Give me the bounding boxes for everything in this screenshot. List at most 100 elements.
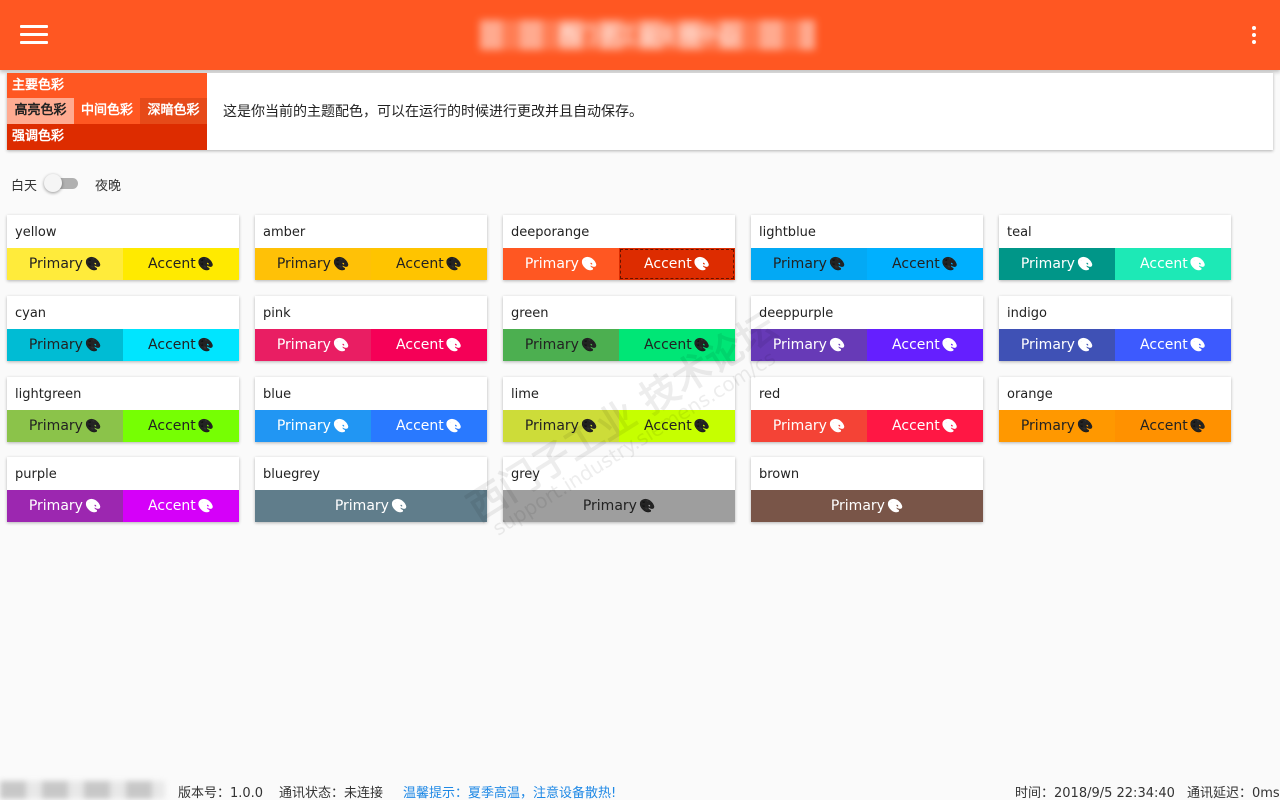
primary-button-lightblue[interactable]: Primary 🎨 — [751, 248, 867, 280]
color-card-buttons: Primary 🎨 Accent 🎨 — [7, 410, 239, 442]
theme-swatches: 主要色彩 高亮色彩 中间色彩 深暗色彩 强调色彩 — [7, 73, 207, 150]
primary-button-red[interactable]: Primary 🎨 — [751, 410, 867, 442]
primary-button-indigo[interactable]: Primary 🎨 — [999, 329, 1115, 361]
accent-button-lime[interactable]: Accent 🎨 — [619, 410, 735, 442]
version-text: 版本号：1.0.0 — [178, 786, 264, 800]
accent-button-indigo[interactable]: Accent 🎨 — [1115, 329, 1231, 361]
primary-button-purple[interactable]: Primary 🎨 — [7, 490, 123, 522]
color-card-indigo: indigo Primary 🎨 Accent 🎨 — [999, 296, 1231, 361]
color-card-buttons: Primary 🎨 — [503, 490, 735, 522]
time-text: 时间：2018/9/5 22:34:40 — [1015, 786, 1175, 800]
primary-button-lightgreen[interactable]: Primary 🎨 — [7, 410, 123, 442]
color-card-lightblue: lightblue Primary 🎨 Accent 🎨 — [751, 215, 983, 280]
palette-icon: 🎨 — [941, 338, 958, 353]
color-card-name: red — [759, 387, 781, 402]
accent-button-label: Accent — [1140, 418, 1188, 434]
accent-button-yellow[interactable]: Accent 🎨 — [123, 248, 239, 280]
swatch-accent: 强调色彩 — [7, 124, 207, 150]
accent-button-lightblue[interactable]: Accent 🎨 — [867, 248, 983, 280]
primary-button-lime[interactable]: Primary 🎨 — [503, 410, 619, 442]
primary-button-label: Primary — [772, 418, 827, 434]
day-label: 白天 — [11, 179, 38, 194]
primary-button-label: Primary — [1020, 337, 1075, 353]
palette-icon: 🎨 — [84, 499, 102, 514]
color-card-name: lime — [511, 387, 539, 402]
accent-button-cyan[interactable]: Accent 🎨 — [123, 329, 239, 361]
primary-button-label: Primary — [524, 418, 579, 434]
accent-button-deeporange[interactable]: Accent 🎨 — [619, 248, 735, 280]
accent-button-label: Accent — [892, 256, 940, 272]
night-label: 夜晚 — [95, 179, 122, 194]
palette-icon: 🎨 — [197, 257, 214, 272]
primary-button-green[interactable]: Primary 🎨 — [503, 329, 619, 361]
primary-button-label: Primary — [276, 418, 331, 434]
accent-button-label: Accent — [148, 337, 196, 353]
primary-button-deeporange[interactable]: Primary 🎨 — [503, 248, 619, 280]
color-card-name: brown — [759, 467, 800, 482]
primary-button-orange[interactable]: Primary 🎨 — [999, 410, 1115, 442]
color-card-name: orange — [1007, 387, 1053, 402]
palette-icon: 🎨 — [197, 338, 214, 353]
comm-status-text: 通讯状态：未连接 — [279, 786, 384, 800]
accent-button-lightgreen[interactable]: Accent 🎨 — [123, 410, 239, 442]
primary-button-label: Primary — [830, 498, 885, 514]
primary-button-grey[interactable]: Primary 🎨 — [503, 490, 735, 522]
accent-button-label: Accent — [396, 418, 444, 434]
accent-button-green[interactable]: Accent 🎨 — [619, 329, 735, 361]
primary-button-label: Primary — [772, 256, 827, 272]
accent-button-blue[interactable]: Accent 🎨 — [371, 410, 487, 442]
primary-button-label: Primary — [524, 256, 579, 272]
color-card-buttons: Primary 🎨 — [751, 490, 983, 522]
color-card-buttons: Primary 🎨 Accent 🎨 — [7, 329, 239, 361]
app-title: 西门子工业支持中心 — [480, 20, 815, 50]
accent-button-label: Accent — [644, 418, 692, 434]
color-card-buttons: Primary 🎨 Accent 🎨 — [255, 248, 487, 280]
accent-button-label: Accent — [396, 256, 444, 272]
color-card-name: yellow — [15, 225, 57, 240]
palette-icon: 🎨 — [693, 419, 710, 434]
accent-button-pink[interactable]: Accent 🎨 — [371, 329, 487, 361]
color-card-name: cyan — [15, 306, 47, 321]
color-card-red: red Primary 🎨 Accent 🎨 — [751, 377, 983, 442]
accent-button-label: Accent — [892, 337, 940, 353]
color-card-name: blue — [263, 387, 292, 402]
primary-button-blue[interactable]: Primary 🎨 — [255, 410, 371, 442]
accent-button-purple[interactable]: Accent 🎨 — [123, 490, 239, 522]
primary-button-cyan[interactable]: Primary 🎨 — [7, 329, 123, 361]
color-card-name: teal — [1007, 225, 1032, 240]
primary-button-label: Primary — [276, 256, 331, 272]
accent-button-teal[interactable]: Accent 🎨 — [1115, 248, 1231, 280]
primary-button-label: Primary — [28, 337, 83, 353]
color-card-buttons: Primary 🎨 Accent 🎨 — [751, 410, 983, 442]
color-card-buttons: Primary 🎨 Accent 🎨 — [999, 248, 1231, 280]
primary-button-brown[interactable]: Primary 🎨 — [751, 490, 983, 522]
more-options-icon[interactable] — [1250, 24, 1258, 46]
primary-button-pink[interactable]: Primary 🎨 — [255, 329, 371, 361]
primary-button-bluegrey[interactable]: Primary 🎨 — [255, 490, 487, 522]
primary-button-amber[interactable]: Primary 🎨 — [255, 248, 371, 280]
primary-button-deeppurple[interactable]: Primary 🎨 — [751, 329, 867, 361]
menu-icon[interactable] — [14, 20, 56, 52]
accent-button-orange[interactable]: Accent 🎨 — [1115, 410, 1231, 442]
palette-icon: 🎨 — [1076, 338, 1094, 353]
color-card-purple: purple Primary 🎨 Accent 🎨 — [7, 457, 239, 522]
primary-button-label: Primary — [524, 337, 579, 353]
color-card-blue: blue Primary 🎨 Accent 🎨 — [255, 377, 487, 442]
accent-button-deeppurple[interactable]: Accent 🎨 — [867, 329, 983, 361]
accent-button-label: Accent — [396, 337, 444, 353]
color-card-buttons: Primary 🎨 Accent 🎨 — [999, 329, 1231, 361]
accent-button-label: Accent — [1140, 337, 1188, 353]
color-card-grey: grey Primary 🎨 — [503, 457, 735, 522]
palette-icon: 🎨 — [197, 499, 214, 514]
palette-icon: 🎨 — [1076, 419, 1094, 434]
palette-icon: 🎨 — [390, 499, 408, 514]
color-card-name: purple — [15, 467, 57, 482]
primary-button-teal[interactable]: Primary 🎨 — [999, 248, 1115, 280]
palette-icon: 🎨 — [828, 419, 846, 434]
day-night-toggle[interactable] — [44, 174, 78, 192]
color-card-buttons: Primary 🎨 Accent 🎨 — [503, 410, 735, 442]
color-card-yellow: yellow Primary 🎨 Accent 🎨 — [7, 215, 239, 280]
accent-button-red[interactable]: Accent 🎨 — [867, 410, 983, 442]
accent-button-amber[interactable]: Accent 🎨 — [371, 248, 487, 280]
primary-button-yellow[interactable]: Primary 🎨 — [7, 248, 123, 280]
